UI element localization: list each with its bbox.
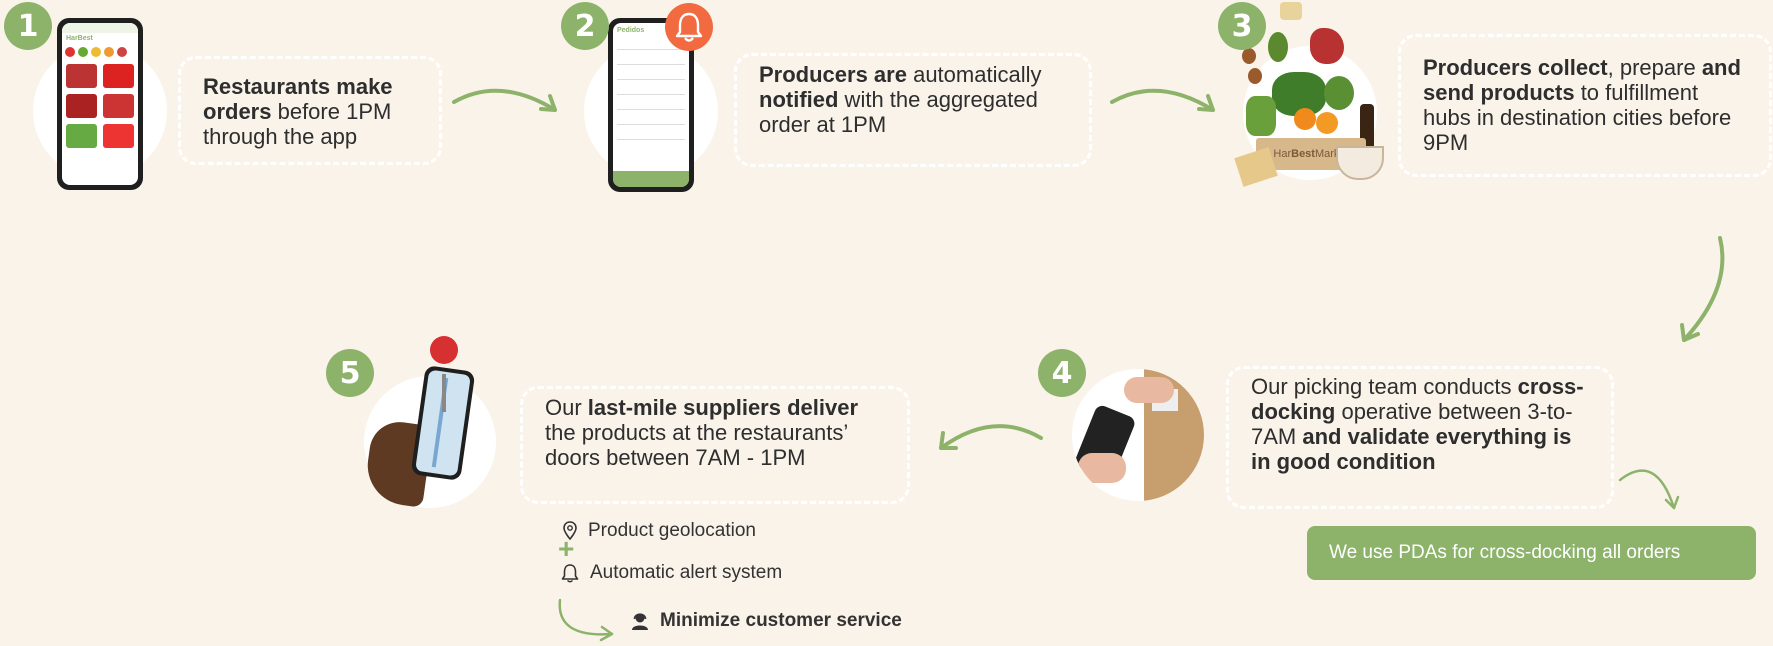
step2-text: Producers are automatically notified wit… [759, 62, 1041, 137]
step5-text: Our last-mile suppliers deliver the prod… [545, 395, 858, 470]
pda-info-banner: We use PDAs for cross-docking all orders [1307, 526, 1756, 580]
feature-geolocation: Product geolocation [562, 520, 756, 542]
step3-number-badge: 3 [1218, 2, 1266, 50]
step5-hand-phone-map-image [362, 336, 502, 508]
step1-number-badge: 1 [4, 2, 52, 50]
body-text: Our picking team conducts [1251, 374, 1518, 399]
emphasis-text: Producers are [759, 62, 907, 87]
step4-text: Our picking team conducts cross-docking … [1251, 374, 1584, 474]
step3-to-step4-arrow-icon [1680, 236, 1725, 342]
emphasis-text: notified [759, 87, 839, 112]
step5-number-badge: 5 [326, 349, 374, 397]
step1-text: Restaurants make orders before 1PM throu… [203, 74, 393, 149]
feature-alert-system-label: Automatic alert system [590, 562, 783, 583]
step1-to-step2-arrow-icon [452, 88, 557, 112]
support-agent-icon [632, 613, 648, 630]
emphasis-text: Producers collect [1423, 55, 1608, 80]
step2-to-step3-arrow-icon [1110, 88, 1215, 112]
body-text: , prepare [1607, 55, 1702, 80]
step4-pda-scanner-image [1072, 369, 1204, 501]
to-minimize-arrow-icon [558, 598, 614, 642]
bell-outline-icon [561, 564, 579, 583]
feature-alert-system: Automatic alert system [560, 562, 782, 584]
to-pda-banner-arrow-icon [1618, 469, 1680, 510]
step4-number-badge: 4 [1038, 349, 1086, 397]
step3-text: Producers collect, prepare and send prod… [1423, 55, 1741, 155]
body-text: automatically [906, 62, 1042, 87]
body-text: Our [545, 395, 588, 420]
bell-icon [665, 3, 713, 51]
step4-description: Our picking team conducts cross-docking … [1226, 366, 1614, 509]
step1-description: Restaurants make orders before 1PM throu… [178, 56, 442, 165]
body-text: the products at the restaurants’ doors b… [545, 420, 848, 470]
plus-sign: + [558, 533, 575, 564]
step1-phone-app-image: HarBest [57, 18, 143, 190]
emphasis-text: last-mile suppliers deliver [587, 395, 859, 420]
feature-minimize-label: Minimize customer service [660, 610, 902, 631]
step4-to-step5-arrow-icon [939, 424, 1043, 450]
crate-label-pre: Har [1273, 148, 1292, 160]
step3-description: Producers collect, prepare and send prod… [1398, 34, 1772, 177]
step2-description: Producers are automatically notified wit… [734, 53, 1092, 167]
step2-number-badge: 2 [561, 2, 609, 50]
crate-label-bold: Best [1291, 148, 1315, 160]
step5-description: Our last-mile suppliers deliver the prod… [520, 386, 910, 504]
feature-geolocation-label: Product geolocation [588, 520, 756, 541]
feature-minimize-customer-service: Minimize customer service [630, 610, 902, 632]
